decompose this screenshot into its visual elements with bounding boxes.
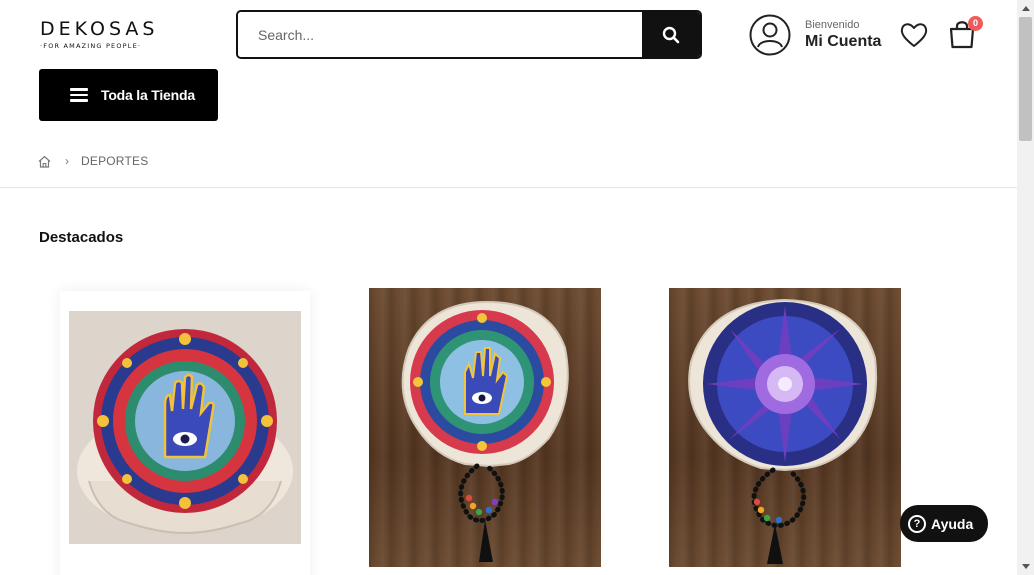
brand-tagline: ·FOR AMAZING PEOPLE· xyxy=(40,42,142,50)
search-button[interactable] xyxy=(642,12,700,57)
search-bar xyxy=(236,10,702,59)
scrollbar[interactable] xyxy=(1017,0,1034,575)
brand-logo[interactable]: DEKOSAS ·FOR AMAZING PEOPLE· xyxy=(40,18,160,52)
cart-count-badge: 0 xyxy=(968,16,983,31)
help-icon: ? xyxy=(908,514,926,533)
home-icon[interactable] xyxy=(38,155,51,168)
account-label: Mi Cuenta xyxy=(805,32,882,50)
brand-name: DEKOSAS xyxy=(40,18,159,40)
section-title: Destacados xyxy=(39,229,124,246)
all-store-label: Toda la Tienda xyxy=(101,87,195,103)
account-text: Bienvenido Mi Cuenta xyxy=(805,19,881,52)
cart-button[interactable]: 0 xyxy=(947,16,983,52)
search-input[interactable] xyxy=(238,12,642,57)
heart-icon[interactable] xyxy=(899,20,929,50)
product-image[interactable] xyxy=(69,311,301,544)
scroll-down-arrow-icon[interactable] xyxy=(1017,558,1034,575)
product-image[interactable] xyxy=(369,288,601,567)
help-label: Ayuda xyxy=(931,515,974,532)
scroll-up-arrow-icon[interactable] xyxy=(1017,0,1034,17)
breadcrumb: › DEPORTES xyxy=(38,154,148,168)
account-link[interactable]: Bienvenido Mi Cuenta xyxy=(749,14,881,56)
breadcrumb-item[interactable]: DEPORTES xyxy=(81,154,148,168)
search-icon xyxy=(662,26,680,43)
help-button[interactable]: ? Ayuda xyxy=(900,505,988,542)
account-greeting: Bienvenido xyxy=(805,18,860,31)
user-icon xyxy=(749,14,791,56)
page: DEKOSAS ·FOR AMAZING PEOPLE· Bienvenido … xyxy=(0,0,1017,575)
all-store-menu-button[interactable]: Toda la Tienda xyxy=(39,69,218,121)
divider xyxy=(0,187,1017,188)
product-image[interactable] xyxy=(669,288,901,567)
chevron-right-icon: › xyxy=(65,154,69,168)
scrollbar-thumb[interactable] xyxy=(1019,17,1032,141)
menu-icon xyxy=(70,88,88,102)
